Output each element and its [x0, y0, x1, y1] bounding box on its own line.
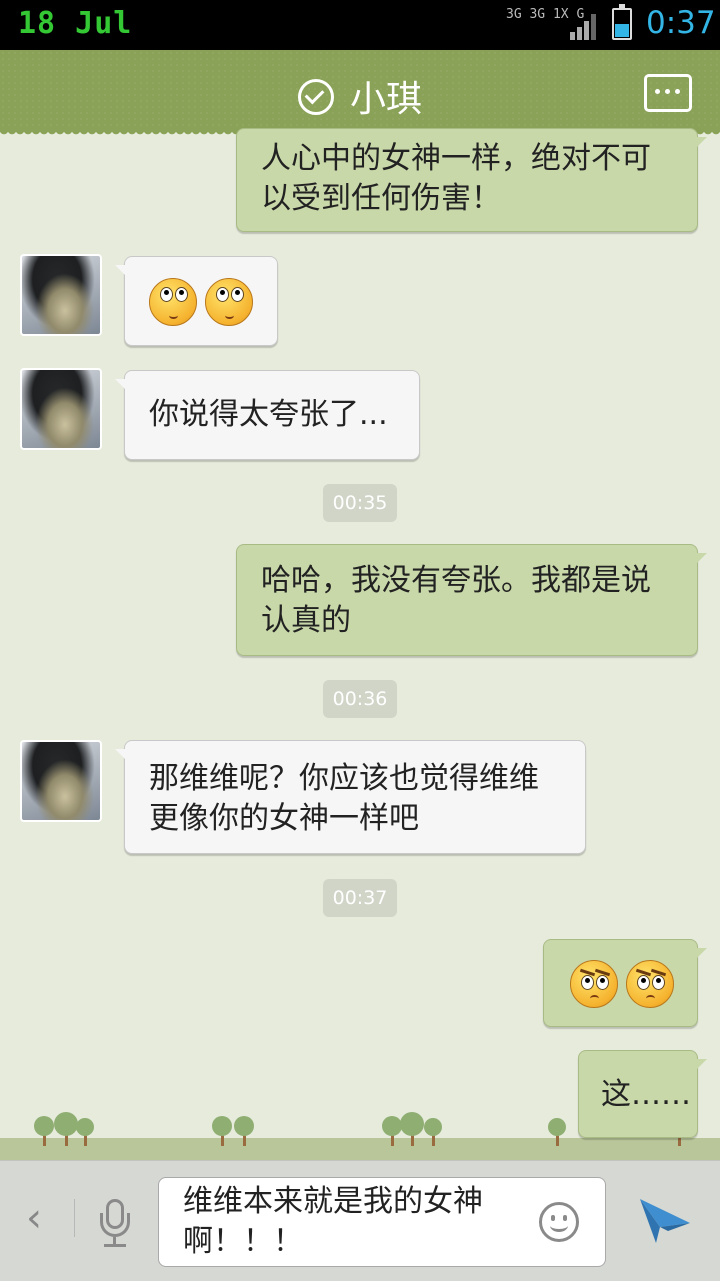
timestamp: 00:36 — [323, 680, 397, 718]
microphone-icon[interactable] — [98, 1199, 132, 1247]
status-date: 18 Jul — [18, 6, 133, 41]
message-outgoing[interactable] — [543, 939, 707, 1027]
chat-header: 小琪 — [0, 50, 720, 138]
avatar[interactable] — [20, 254, 102, 336]
avatar[interactable] — [20, 740, 102, 822]
message-incoming[interactable]: 你说得太夸张了... — [115, 370, 420, 460]
emoji-smile-icon[interactable] — [539, 1202, 579, 1242]
battery-icon — [612, 4, 632, 40]
message-text: 你说得太夸张了... — [149, 397, 388, 432]
angry-emoji — [570, 960, 618, 1008]
status-bar: 18 Jul 3G 3G 1X G 0:37 — [0, 0, 720, 50]
divider — [74, 1199, 75, 1237]
rolling-eyes-emoji — [149, 278, 197, 326]
timestamp: 00:35 — [323, 484, 397, 522]
signal-bars-icon — [570, 12, 600, 40]
message-incoming[interactable]: 那维维呢？你应该也觉得维维更像你的女神一样吧 — [115, 740, 586, 854]
message-input[interactable]: 维维本来就是我的女神啊！！！ — [158, 1177, 606, 1267]
more-dots-icon[interactable] — [644, 74, 692, 112]
message-incoming[interactable] — [115, 256, 278, 346]
message-outgoing[interactable]: 哈哈，我没有夸张。我都是说认真的 — [236, 544, 707, 656]
send-icon[interactable] — [638, 1197, 692, 1245]
message-draft[interactable]: 维维本来就是我的女神啊！！！ — [183, 1182, 523, 1262]
rolling-eyes-emoji — [205, 278, 253, 326]
message-outgoing[interactable]: 这…… — [578, 1050, 707, 1138]
status-time: 0:37 — [646, 5, 716, 41]
check-circle-icon — [297, 79, 334, 115]
contact-title[interactable]: 小琪 — [0, 70, 720, 122]
message-text: 人心中的女神一样，绝对不可以受到任何伤害！ — [261, 141, 651, 216]
angry-emoji — [626, 960, 674, 1008]
composer-bar: ‹ 维维本来就是我的女神啊！！！ — [0, 1160, 720, 1281]
chevron-left-icon[interactable]: ‹ — [26, 1195, 42, 1241]
timestamp: 00:37 — [323, 879, 397, 917]
avatar[interactable] — [20, 368, 102, 450]
message-text: 这…… — [601, 1077, 691, 1112]
message-text: 哈哈，我没有夸张。我都是说认真的 — [261, 563, 651, 638]
message-outgoing[interactable]: 人心中的女神一样，绝对不可以受到任何伤害！ — [236, 128, 707, 232]
message-text: 那维维呢？你应该也觉得维维更像你的女神一样吧 — [149, 761, 539, 836]
contact-name: 小琪 — [349, 79, 422, 120]
